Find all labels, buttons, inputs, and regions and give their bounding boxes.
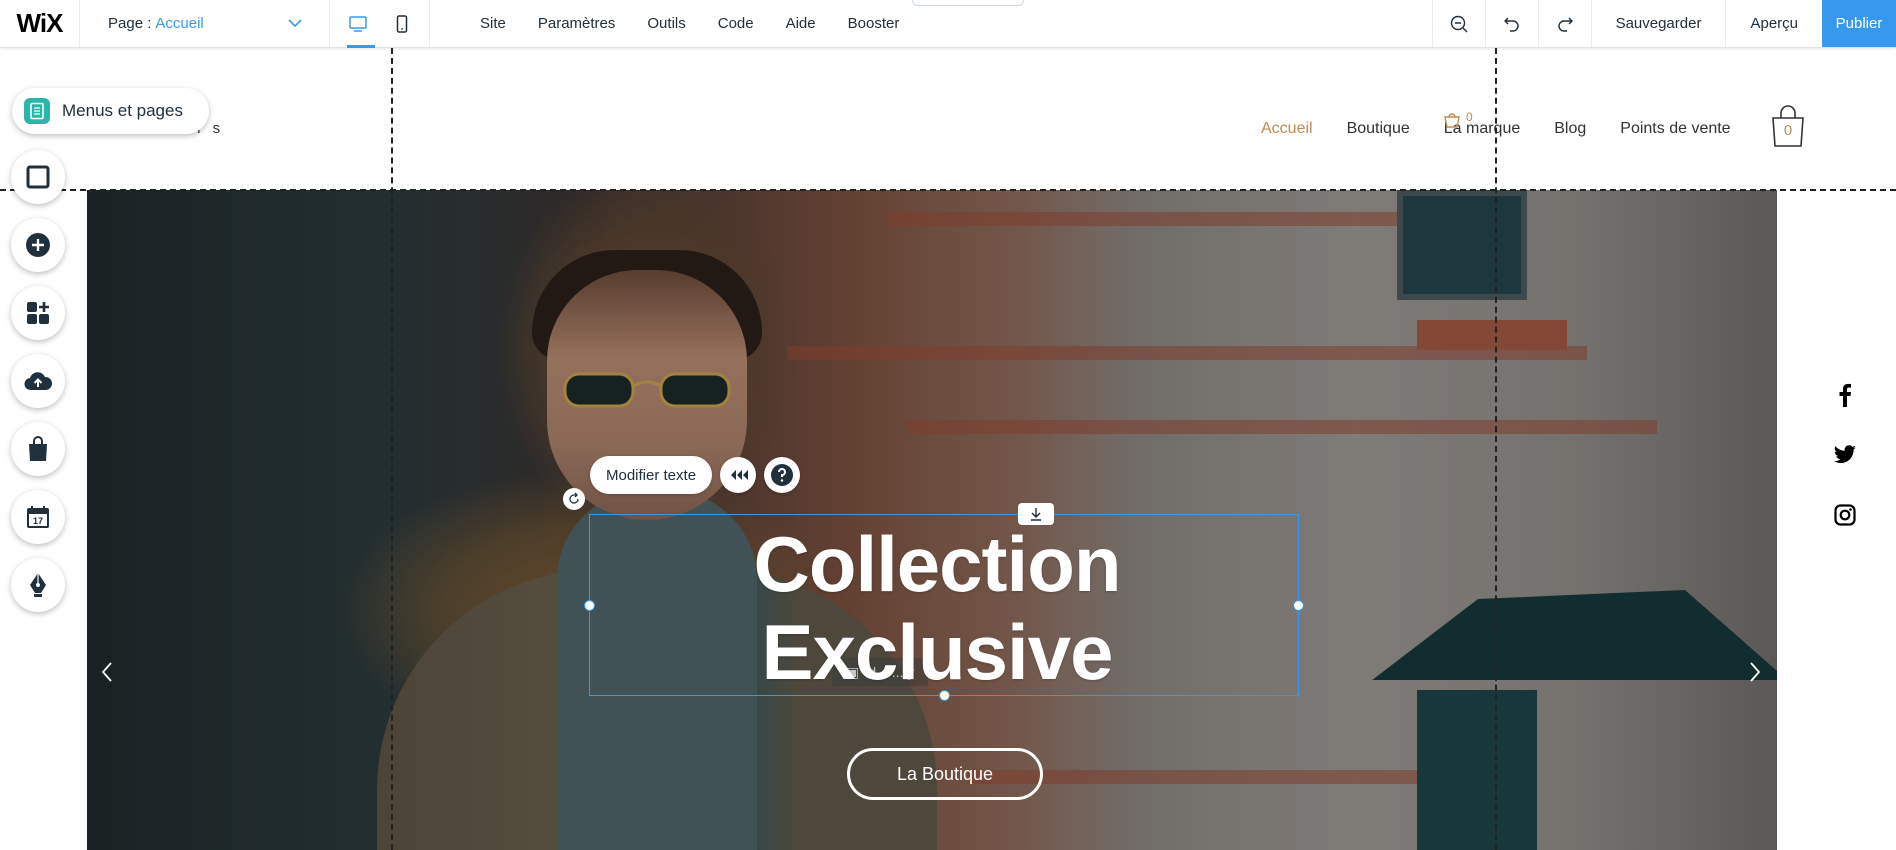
- chevron-down-icon: [288, 19, 302, 28]
- device-switcher: [330, 0, 430, 48]
- menu-site[interactable]: Site: [464, 15, 522, 32]
- editor-menu: Site Paramètres Outils Code Aide Booster: [430, 0, 1432, 47]
- cart-icon: [1444, 113, 1460, 128]
- shopping-bag-count: 0: [1783, 122, 1793, 139]
- bookings-icon: 17: [27, 506, 49, 528]
- mini-cart-count: 0: [1466, 110, 1473, 124]
- facebook-link[interactable]: [1832, 382, 1858, 408]
- twitter-link[interactable]: [1832, 442, 1858, 468]
- resize-handle-left[interactable]: [584, 600, 595, 611]
- help-icon[interactable]: [764, 457, 801, 493]
- undo-icon[interactable]: [1484, 0, 1538, 47]
- save-button[interactable]: Sauvegarder: [1590, 0, 1726, 47]
- guide-line-left[interactable]: [391, 48, 393, 850]
- twitter-icon: [1833, 445, 1856, 463]
- mini-cart[interactable]: 0: [1441, 110, 1473, 130]
- element-floating-bar: Modifier texte: [590, 456, 801, 494]
- facebook-icon: [1839, 383, 1851, 407]
- store-button[interactable]: [11, 422, 65, 476]
- site-nav: Accueil Boutique La marque Blog Points d…: [1261, 120, 1765, 138]
- upload-icon: [24, 372, 52, 391]
- upload-button[interactable]: [11, 354, 65, 408]
- mobile-icon[interactable]: [391, 13, 413, 35]
- nav-blog[interactable]: Blog: [1554, 120, 1586, 138]
- apps-icon: [27, 302, 49, 324]
- menu-booster[interactable]: Booster: [832, 15, 916, 32]
- desktop-icon[interactable]: [347, 13, 369, 35]
- editor-tools: Sauvegarder Aperçu Publier: [1431, 0, 1896, 47]
- selection-box[interactable]: [584, 514, 1304, 701]
- rotate-handle-icon[interactable]: [563, 488, 585, 510]
- guide-line-right[interactable]: [1495, 48, 1497, 850]
- menu-aide[interactable]: Aide: [770, 15, 832, 32]
- preview-button[interactable]: Aperçu: [1725, 0, 1822, 47]
- stretch-icon[interactable]: [1018, 503, 1054, 525]
- background-icon: [26, 165, 50, 189]
- page-prefix: Page :: [108, 15, 152, 32]
- pages-icon: [24, 98, 50, 124]
- top-handle-tab[interactable]: [912, 0, 1024, 6]
- animation-icon[interactable]: [720, 457, 757, 493]
- page-name: Accueil: [155, 15, 204, 32]
- blog-icon: [30, 573, 46, 597]
- previous-slide-icon[interactable]: [99, 660, 115, 684]
- blog-button[interactable]: [11, 558, 65, 612]
- background-button[interactable]: [11, 150, 65, 204]
- shopping-bag[interactable]: 0: [1770, 104, 1806, 148]
- edit-text-button[interactable]: Modifier texte: [590, 456, 713, 494]
- redo-icon[interactable]: [1537, 0, 1591, 47]
- menus-pages-label: Menus et pages: [62, 101, 183, 120]
- wix-logo[interactable]: WiX: [0, 0, 80, 47]
- instagram-link[interactable]: [1832, 502, 1858, 528]
- menus-pages-button[interactable]: Menus et pages: [12, 88, 209, 134]
- apps-button[interactable]: [11, 286, 65, 340]
- page-selector[interactable]: Page : Accueil: [80, 0, 330, 47]
- resize-handle-bottom[interactable]: [939, 690, 950, 701]
- zoom-out-icon[interactable]: [1431, 0, 1485, 47]
- svg-text:17: 17: [33, 516, 43, 526]
- site-header: [0, 48, 1896, 190]
- nav-accueil[interactable]: Accueil: [1261, 120, 1313, 138]
- shop-button[interactable]: La Boutique: [847, 748, 1043, 800]
- menu-outils[interactable]: Outils: [631, 15, 701, 32]
- menu-parametres[interactable]: Paramètres: [522, 15, 632, 32]
- header-guide-line[interactable]: [0, 189, 1896, 191]
- publish-button[interactable]: Publier: [1822, 0, 1896, 47]
- menu-code[interactable]: Code: [702, 15, 770, 32]
- instagram-icon: [1834, 504, 1856, 526]
- bookings-button[interactable]: 17: [11, 490, 65, 544]
- store-icon: [29, 436, 47, 461]
- active-device-indicator: [347, 45, 375, 48]
- nav-boutique[interactable]: Boutique: [1347, 120, 1410, 138]
- add-button[interactable]: [11, 218, 65, 272]
- nav-points-de-vente[interactable]: Points de vente: [1620, 120, 1730, 138]
- resize-handle-right[interactable]: [1293, 600, 1304, 611]
- add-icon: [26, 233, 50, 257]
- next-slide-icon[interactable]: [1747, 660, 1763, 684]
- editor-top-bar: WiX Page : Accueil Site Paramètres Outil…: [0, 0, 1896, 48]
